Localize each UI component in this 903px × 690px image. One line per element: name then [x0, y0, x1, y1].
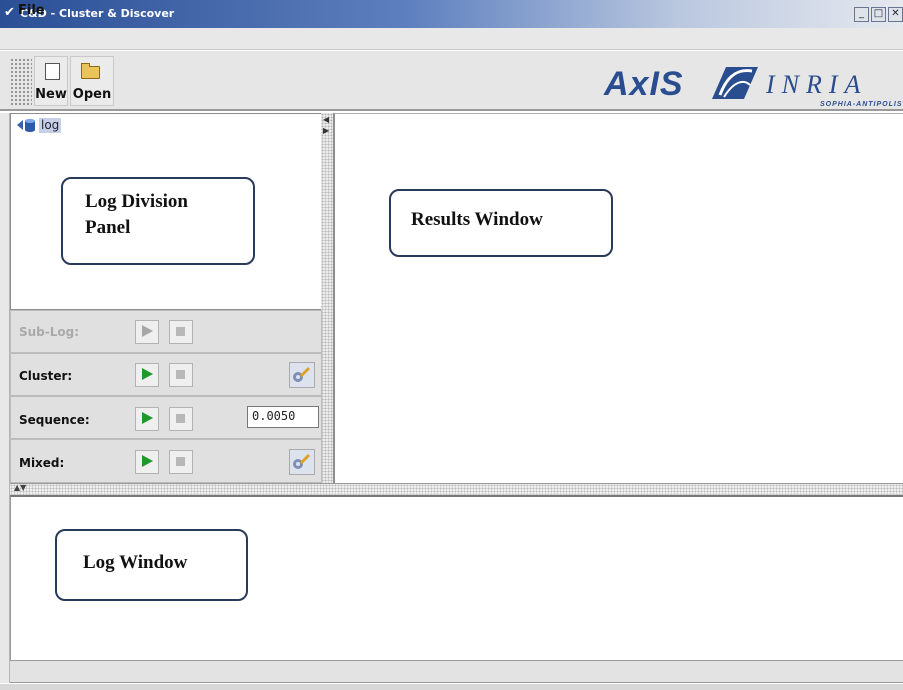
- close-icon[interactable]: ✕: [888, 7, 903, 22]
- expand-right-arrow-icon[interactable]: ▶: [323, 127, 329, 135]
- mixed-stop-button[interactable]: [169, 450, 193, 474]
- sequence-label: Sequence:: [19, 413, 90, 427]
- sublog-row: Sub-Log:: [10, 310, 322, 353]
- vertical-splitter[interactable]: [321, 113, 333, 483]
- callout-text: Log Window: [83, 552, 188, 573]
- log-node-icon[interactable]: [16, 118, 38, 132]
- axis-logo: AxIS: [604, 65, 684, 103]
- maximize-icon[interactable]: □: [871, 7, 886, 22]
- toolbar-grip[interactable]: [10, 58, 32, 106]
- sequence-row: Sequence: 0.0050: [10, 396, 322, 439]
- sublog-label: Sub-Log:: [19, 325, 80, 339]
- window-menu-icon[interactable]: ✔: [4, 6, 18, 20]
- cluster-settings-button[interactable]: [289, 362, 315, 388]
- open-folder-icon: [81, 63, 100, 79]
- open-button-label: Open: [72, 87, 112, 102]
- cluster-row: Cluster:: [10, 353, 322, 396]
- new-document-icon: [45, 63, 60, 80]
- new-button-label: New: [35, 87, 67, 102]
- inria-logo-mark-icon: [712, 67, 758, 99]
- mixed-play-button[interactable]: [135, 450, 159, 474]
- mixed-settings-button[interactable]: [289, 449, 315, 475]
- play-icon: [142, 412, 153, 424]
- cluster-stop-button[interactable]: [169, 363, 193, 387]
- mixed-label: Mixed:: [19, 456, 65, 470]
- callout-text: Results Window: [411, 209, 543, 230]
- settings-wrench-icon: [293, 367, 310, 382]
- log-window-callout: Log Window: [55, 529, 248, 601]
- inria-logo-text: INRIA: [766, 70, 868, 99]
- menu-bar: [0, 28, 903, 50]
- results-window[interactable]: [333, 113, 903, 483]
- collapse-left-arrow-icon[interactable]: ◀: [323, 116, 329, 124]
- open-button[interactable]: Open: [70, 56, 114, 106]
- sublog-play-button[interactable]: [135, 320, 159, 344]
- callout-text-line2: Panel: [85, 217, 131, 238]
- tree-item-log[interactable]: log: [39, 118, 62, 133]
- window-bottom-edge: [0, 684, 903, 690]
- new-button[interactable]: New: [34, 56, 68, 106]
- minimize-icon[interactable]: _: [854, 7, 869, 22]
- sequence-stop-button[interactable]: [169, 407, 193, 431]
- menu-file[interactable]: File: [18, 3, 45, 19]
- sublog-stop-button[interactable]: [169, 320, 193, 344]
- cluster-play-button[interactable]: [135, 363, 159, 387]
- status-bar: [10, 660, 903, 683]
- inria-logo-subtitle: SOPHIA-ANTIPOLIS: [820, 101, 903, 108]
- settings-wrench-icon: [293, 454, 310, 469]
- left-window-edge: [0, 113, 10, 683]
- play-icon: [142, 325, 153, 337]
- play-icon: [142, 368, 153, 380]
- play-icon: [142, 455, 153, 467]
- splitter-arrows-icon[interactable]: ▲▼: [14, 483, 26, 492]
- horizontal-splitter[interactable]: [10, 483, 903, 495]
- log-division-panel-callout: Log Division Panel: [61, 177, 255, 265]
- sequence-threshold-input[interactable]: 0.0050: [247, 406, 319, 428]
- mixed-row: Mixed:: [10, 439, 322, 483]
- results-window-callout: Results Window: [389, 189, 613, 257]
- cluster-label: Cluster:: [19, 369, 73, 383]
- sequence-play-button[interactable]: [135, 407, 159, 431]
- callout-text-line1: Log Division: [85, 191, 188, 212]
